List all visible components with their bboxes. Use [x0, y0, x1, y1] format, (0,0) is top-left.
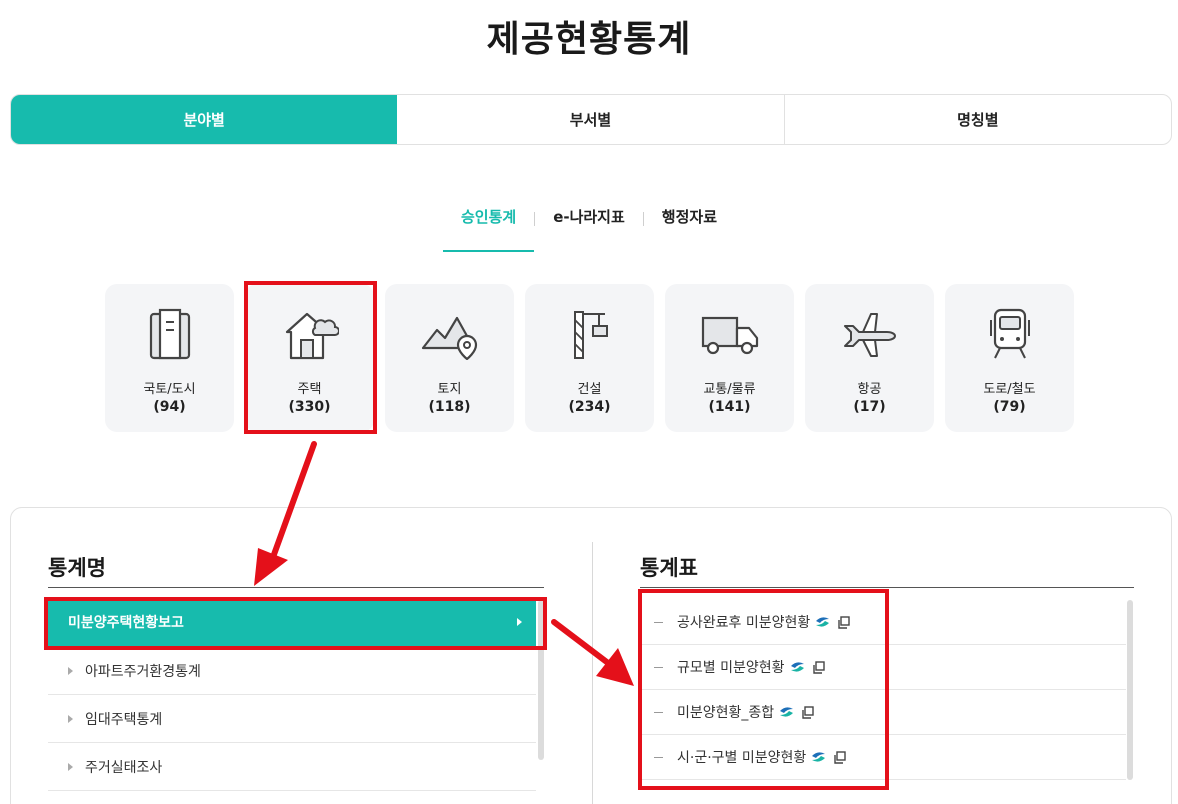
stat-names-scrollbar[interactable]: [538, 600, 544, 760]
database-icon[interactable]: [814, 615, 831, 629]
subtab-admin-data[interactable]: 행정자료: [644, 200, 735, 251]
category-label: 국토/도시: [143, 382, 196, 397]
stat-names-rule: [48, 587, 544, 588]
category-row: 국토/도시 (94) 주택 (330) 토지 (118) 건설 (234) 교통…: [105, 284, 1074, 432]
list-item[interactable]: 미분양현황_종합: [640, 690, 1126, 735]
category-count: (141): [708, 399, 751, 415]
stat-tables-rule: [640, 587, 1134, 588]
stat-table-label: 미분양현황_종합: [677, 705, 775, 721]
building-icon: [149, 308, 190, 360]
tab-by-department[interactable]: 부서별: [397, 95, 785, 144]
stat-name-label: 주거실태조사: [85, 759, 163, 776]
page-title: 제공현황통계: [486, 19, 692, 60]
category-label: 항공: [857, 382, 882, 397]
database-icon[interactable]: [778, 705, 795, 719]
copy-icon[interactable]: [837, 615, 850, 629]
tab-by-name[interactable]: 명칭별: [785, 95, 1171, 144]
stat-table-label: 규모별 미분양현황: [677, 660, 785, 676]
category-label: 교통/물류: [703, 382, 756, 397]
category-construction[interactable]: 건설 (234): [525, 284, 654, 432]
caret-right-icon: [68, 762, 73, 771]
dash-icon: [654, 711, 663, 713]
category-count: (330): [288, 399, 331, 415]
stat-tables-title: 통계표: [640, 556, 698, 580]
stat-table-label: 공사완료후 미분양현황: [677, 615, 811, 631]
list-item[interactable]: 공사완료후 미분양현황: [640, 600, 1126, 645]
database-icon[interactable]: [810, 750, 827, 764]
truck-icon: [701, 316, 758, 355]
category-count: (17): [853, 399, 886, 415]
stat-tables-scrollbar[interactable]: [1127, 600, 1133, 780]
caret-right-icon: [68, 666, 73, 675]
crane-icon: [573, 311, 608, 359]
train-icon: [989, 308, 1030, 359]
list-item[interactable]: 미분양주택현황보고: [48, 597, 536, 647]
list-item[interactable]: 아파트주거환경통계: [48, 647, 536, 695]
column-divider: [592, 542, 593, 804]
stat-names-title: 통계명: [48, 556, 106, 580]
sub-tabs: 승인통계 e-나라지표 행정자료: [0, 200, 1178, 252]
copy-icon[interactable]: [801, 705, 814, 719]
category-count: (94): [153, 399, 186, 415]
subtab-e-nara[interactable]: e-나라지표: [535, 200, 643, 251]
list-item[interactable]: 규모별 미분양현황: [640, 645, 1126, 690]
category-label: 주택: [297, 382, 322, 397]
database-icon[interactable]: [789, 660, 806, 674]
stat-name-label: 아파트주거환경통계: [85, 663, 201, 680]
category-transport-logistics[interactable]: 교통/물류 (141): [665, 284, 794, 432]
chevron-right-icon: [517, 618, 522, 626]
copy-icon[interactable]: [833, 750, 846, 764]
category-count: (234): [568, 399, 611, 415]
subtab-approved-stats[interactable]: 승인통계: [442, 200, 535, 252]
stat-names-list: 미분양주택현황보고 아파트주거환경통계 임대주택통계 주거실태조사: [48, 597, 536, 791]
category-aviation[interactable]: 항공 (17): [805, 284, 934, 432]
main-tabs: 분야별 부서별 명칭별: [10, 94, 1172, 145]
list-item[interactable]: 시·군·구별 미분양현황: [640, 735, 1126, 780]
list-item[interactable]: 임대주택통계: [48, 695, 536, 743]
category-land[interactable]: 토지 (118): [385, 284, 514, 432]
stat-name-label: 미분양주택현황보고: [68, 615, 184, 631]
category-label: 토지: [437, 382, 462, 397]
category-label: 도로/철도: [983, 382, 1036, 397]
category-count: (118): [428, 399, 471, 415]
category-count: (79): [993, 399, 1026, 415]
category-housing[interactable]: 주택 (330): [245, 284, 374, 432]
list-item[interactable]: 주거실태조사: [48, 743, 536, 791]
caret-right-icon: [68, 714, 73, 723]
land-pin-icon: [421, 316, 477, 360]
dash-icon: [654, 666, 663, 668]
dash-icon: [654, 621, 663, 623]
copy-icon[interactable]: [812, 660, 825, 674]
stat-table-label: 시·군·구별 미분양현황: [677, 750, 807, 766]
airplane-icon: [843, 313, 896, 357]
category-land-city[interactable]: 국토/도시 (94): [105, 284, 234, 432]
tab-by-field[interactable]: 분야별: [11, 95, 398, 144]
dash-icon: [654, 756, 663, 758]
category-road-rail[interactable]: 도로/철도 (79): [945, 284, 1074, 432]
house-icon: [285, 312, 339, 360]
stat-name-label: 임대주택통계: [85, 711, 163, 728]
category-label: 건설: [577, 382, 602, 397]
stat-tables-list: 공사완료후 미분양현황 규모별 미분양현황 미분양현황_종합 시·군·구별 미분…: [640, 600, 1126, 780]
